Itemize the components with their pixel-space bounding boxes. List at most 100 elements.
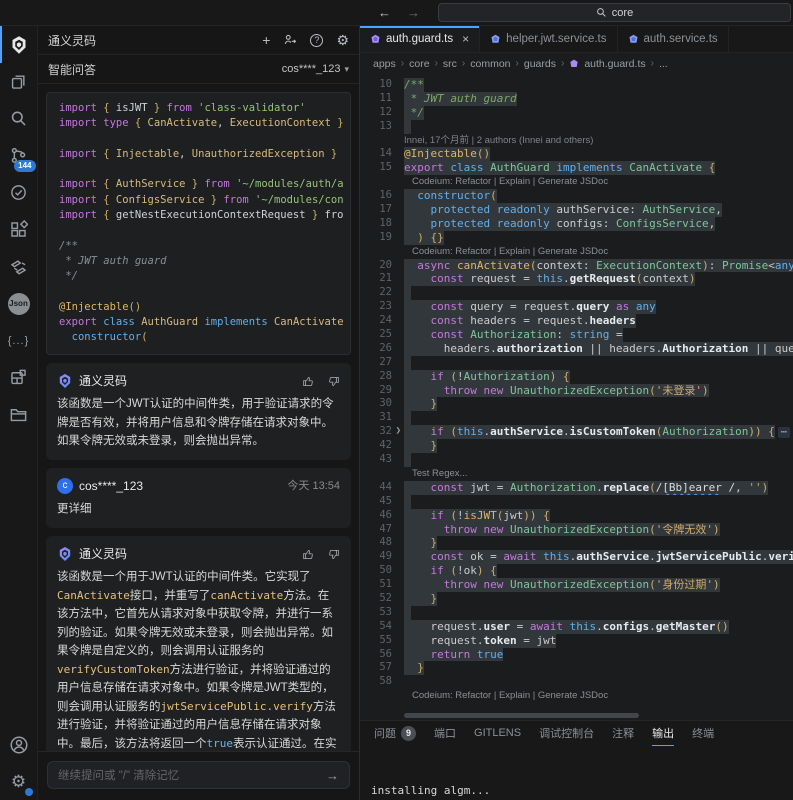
panel-tab-terminal[interactable]: 终端 bbox=[692, 721, 714, 746]
code-line[interactable]: 12 */ bbox=[360, 106, 793, 120]
code-line[interactable]: 55 request.token = jwt bbox=[360, 634, 793, 648]
activity-source-control[interactable]: 144 bbox=[0, 137, 38, 174]
thumbs-down-icon[interactable] bbox=[327, 375, 340, 388]
chat-input-area: 继续提问或 "/" 清除记忆 → bbox=[38, 751, 359, 800]
chat-input[interactable]: 继续提问或 "/" 清除记忆 → bbox=[47, 761, 350, 789]
code-line[interactable]: 48 } bbox=[360, 536, 793, 550]
braces-icon: {...} bbox=[8, 335, 30, 347]
code-line[interactable]: 46 if (!isJWT(jwt)) { bbox=[360, 509, 793, 523]
breadcrumb-more[interactable]: ... bbox=[659, 58, 668, 70]
panel-tab-comments[interactable]: 注释 bbox=[612, 721, 634, 746]
code-line[interactable]: 18 protected readonly configs: ConfigsSe… bbox=[360, 217, 793, 231]
code-line[interactable]: 20 async canActivate(context: ExecutionC… bbox=[360, 259, 793, 273]
breadcrumb-item[interactable]: apps bbox=[373, 58, 396, 70]
panel-tab-debug-console[interactable]: 调试控制台 bbox=[539, 721, 594, 746]
code-line[interactable]: 11 * JWT auth guard bbox=[360, 92, 793, 106]
account-switch-icon[interactable] bbox=[283, 33, 297, 47]
code-line[interactable]: 19 ) {} bbox=[360, 231, 793, 245]
fold-chevron-icon[interactable]: ❯ bbox=[396, 425, 401, 439]
thumbs-up-icon[interactable] bbox=[302, 548, 315, 561]
code-line[interactable]: 57 } bbox=[360, 661, 793, 675]
code-line[interactable]: 29 throw new UnauthorizedException('未登录'… bbox=[360, 384, 793, 398]
panel-tab-output[interactable]: 输出 bbox=[652, 721, 674, 746]
activity-remote-explorer[interactable] bbox=[0, 396, 38, 433]
breadcrumb-item[interactable]: guards bbox=[524, 58, 556, 70]
thumbs-up-icon[interactable] bbox=[302, 375, 315, 388]
activity-layout-tool[interactable] bbox=[0, 359, 38, 396]
panel-tab-problems[interactable]: 问题9 bbox=[374, 721, 416, 746]
activity-json-tool[interactable]: Json bbox=[0, 285, 38, 322]
code-line[interactable]: 28 if (!Authorization) { bbox=[360, 370, 793, 384]
breadcrumb-item[interactable]: core bbox=[409, 58, 429, 70]
nav-back-icon[interactable]: ← bbox=[378, 5, 391, 20]
activity-explorer[interactable] bbox=[0, 63, 38, 100]
code-line[interactable]: 14@Injectable() bbox=[360, 147, 793, 161]
activity-extensions[interactable] bbox=[0, 211, 38, 248]
code-line[interactable]: 22 bbox=[360, 286, 793, 300]
code-line[interactable]: 50 if (!ok) { bbox=[360, 564, 793, 578]
activity-workflow[interactable] bbox=[0, 248, 38, 285]
code-line[interactable]: 51 throw new UnauthorizedException('身份过期… bbox=[360, 578, 793, 592]
code-line[interactable]: 56 return true bbox=[360, 648, 793, 662]
activity-snippets[interactable]: {...} bbox=[0, 322, 38, 359]
code-line[interactable]: 44 const jwt = Authorization.replace(/[B… bbox=[360, 481, 793, 495]
breadcrumb-item[interactable]: common bbox=[470, 58, 510, 70]
code-line[interactable]: 15export class AuthGuard implements CanA… bbox=[360, 161, 793, 175]
codelens[interactable]: Codeium: Refactor | Explain | Generate J… bbox=[360, 689, 608, 703]
activity-tongyi-lingma[interactable] bbox=[0, 26, 38, 63]
activity-settings[interactable]: ⚙ bbox=[0, 763, 38, 800]
new-chat-icon[interactable]: + bbox=[262, 33, 270, 47]
tab-helper-jwt-service[interactable]: helper.jwt.service.ts bbox=[480, 26, 617, 52]
code-line[interactable]: 25 const Authorization: string = bbox=[360, 328, 793, 342]
activity-account[interactable] bbox=[0, 726, 38, 763]
code-line[interactable]: 21 const request = this.getRequest(conte… bbox=[360, 272, 793, 286]
panel-tab-ports[interactable]: 端口 bbox=[434, 721, 456, 746]
activity-search[interactable] bbox=[0, 100, 38, 137]
activity-testing[interactable] bbox=[0, 174, 38, 211]
code-line[interactable]: 49 const ok = await this.authService.jwt… bbox=[360, 550, 793, 564]
folded-code-indicator[interactable]: ⋯ bbox=[778, 427, 790, 438]
code-line[interactable]: 23 const query = request.query as any bbox=[360, 300, 793, 314]
code-line[interactable]: 47 throw new UnauthorizedException('令牌无效… bbox=[360, 523, 793, 537]
codelens[interactable]: Codeium: Refactor | Explain | Generate J… bbox=[360, 245, 608, 259]
code-line[interactable]: 54 request.user = await this.configs.get… bbox=[360, 620, 793, 634]
code-line[interactable]: 10/** bbox=[360, 78, 793, 92]
code-line[interactable]: 52 } bbox=[360, 592, 793, 606]
code-line[interactable]: 27 bbox=[360, 356, 793, 370]
code-line[interactable]: 30 } bbox=[360, 397, 793, 411]
code-line[interactable]: 17 protected readonly authService: AuthS… bbox=[360, 203, 793, 217]
chat-code-line: import { getNestExecutionContextRequest … bbox=[59, 208, 350, 223]
codelens[interactable]: Codeium: Refactor | Explain | Generate J… bbox=[360, 175, 608, 189]
send-icon[interactable]: → bbox=[326, 768, 339, 783]
code-line[interactable]: 26 headers.authorization || headers.Auth… bbox=[360, 342, 793, 356]
chat-settings-icon[interactable]: ⚙ bbox=[336, 33, 349, 47]
code-line[interactable]: 58 bbox=[360, 675, 793, 689]
code-line[interactable]: 43 bbox=[360, 453, 793, 467]
help-icon[interactable]: ? bbox=[310, 34, 323, 47]
line-number: 32❯ bbox=[360, 425, 400, 439]
line-number: 20 bbox=[360, 259, 400, 273]
breadcrumb-item[interactable]: auth.guard.ts bbox=[584, 58, 645, 70]
code-line[interactable]: 31 bbox=[360, 411, 793, 425]
horizontal-scrollbar[interactable] bbox=[404, 713, 639, 718]
breadcrumb-item[interactable]: src bbox=[443, 58, 457, 70]
codelens[interactable]: Test Regex... bbox=[360, 467, 467, 481]
chat-code-line: @Injectable() bbox=[59, 300, 350, 315]
nav-forward-icon[interactable]: → bbox=[407, 5, 420, 20]
code-line[interactable]: 53 bbox=[360, 606, 793, 620]
tab-auth-guard[interactable]: auth.guard.ts × bbox=[360, 26, 480, 52]
thumbs-down-icon[interactable] bbox=[327, 548, 340, 561]
command-search-box[interactable]: core bbox=[438, 3, 791, 22]
code-line[interactable]: 32❯ if (this.authService.isCustomToken(A… bbox=[360, 425, 793, 439]
code-line[interactable]: 24 const headers = request.headers bbox=[360, 314, 793, 328]
account-menu[interactable]: cos****_123 ▾ bbox=[282, 63, 349, 75]
code-line[interactable]: 16 constructor( bbox=[360, 189, 793, 203]
code-line[interactable]: 45 bbox=[360, 495, 793, 509]
code-line[interactable]: 13 bbox=[360, 120, 793, 134]
close-icon[interactable]: × bbox=[462, 32, 469, 46]
code-line[interactable]: 42 } bbox=[360, 439, 793, 453]
code-editor[interactable]: 10/**11 * JWT auth guard12 */13Innei, 17… bbox=[360, 74, 793, 712]
output-console[interactable]: installing algm... Error: EROFS: read-on… bbox=[360, 746, 793, 800]
tab-auth-service[interactable]: auth.service.ts bbox=[618, 26, 729, 52]
panel-tab-gitlens[interactable]: GITLENS bbox=[474, 721, 521, 746]
